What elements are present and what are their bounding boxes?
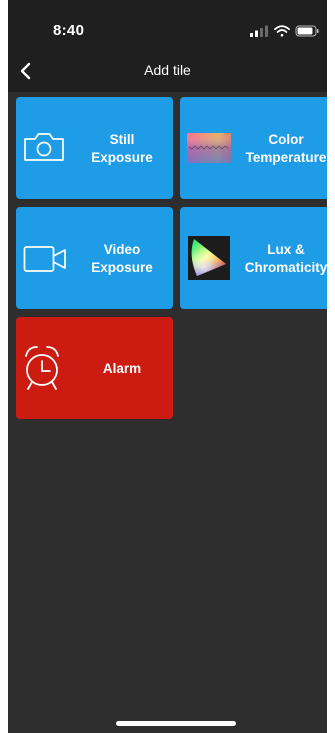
page-title: Add tile: [144, 62, 191, 78]
tile-still-exposure[interactable]: Still Exposure: [16, 97, 173, 199]
camera-icon: [24, 133, 64, 161]
header: 8:40 Add tile: [8, 0, 327, 92]
status-time: 8:40: [53, 22, 85, 39]
tile-color-temperature[interactable]: Color Temperature: [180, 97, 327, 199]
color-spectrum-icon: [187, 133, 231, 163]
tile-video-exposure[interactable]: Video Exposure: [16, 207, 173, 309]
battery-icon: [295, 25, 319, 37]
tile-label: Video Exposure: [91, 242, 153, 275]
tile-label: Color Temperature: [245, 132, 327, 165]
tile-alarm[interactable]: Alarm: [16, 317, 173, 419]
video-camera-icon: [23, 246, 66, 272]
tile-label: Alarm: [102, 361, 142, 376]
status-icons: [250, 25, 319, 37]
tile-lux-chromaticity[interactable]: Lux & Chromaticity: [180, 207, 327, 309]
chromaticity-diagram-icon: [188, 236, 230, 280]
tile-label: Still Exposure: [91, 132, 153, 165]
phone-screen: 8:40 Add tile Still Exposure Color Tempe…: [8, 0, 327, 733]
tile-label: Lux & Chromaticity: [244, 242, 327, 275]
signal-icon: [250, 25, 268, 37]
home-indicator[interactable]: [116, 721, 236, 726]
wifi-icon: [274, 25, 290, 37]
alarm-clock-icon: [25, 346, 59, 390]
